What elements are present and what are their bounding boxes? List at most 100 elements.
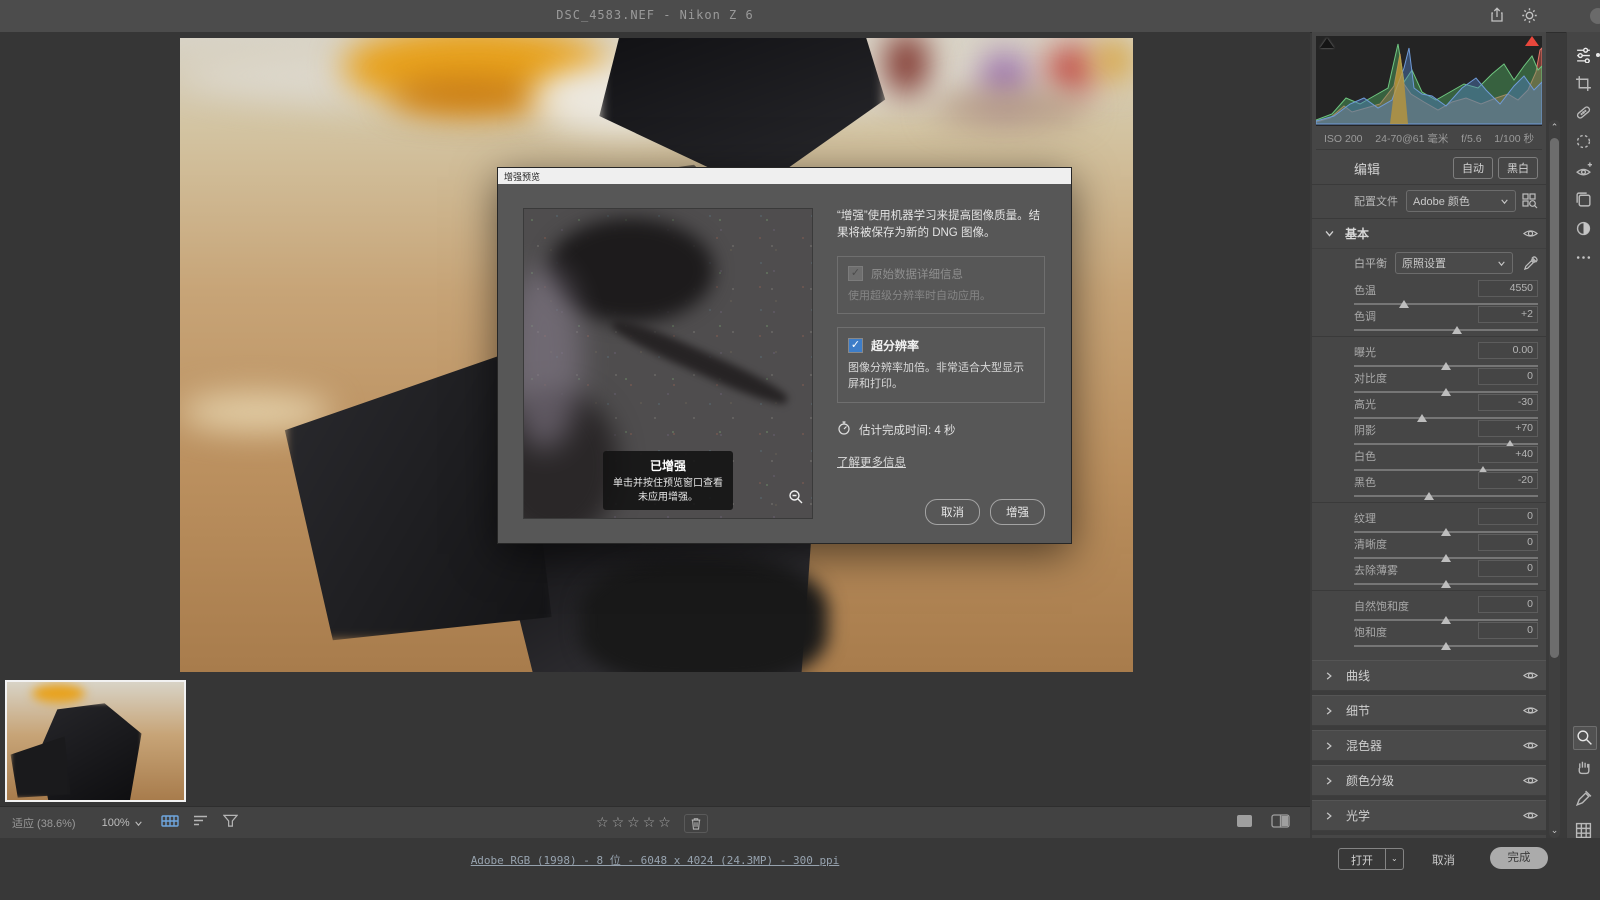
status-bar: Adobe RGB (1998) - 8 位 - 6048 x 4024 (24…: [0, 838, 1600, 900]
crop-icon[interactable]: [1575, 75, 1593, 93]
chevron-down-icon: [134, 819, 143, 828]
star-icon[interactable]: ☆: [612, 815, 625, 831]
histogram[interactable]: [1316, 36, 1542, 126]
export-icon[interactable]: [1489, 7, 1505, 24]
edit-panel: ISO 200 24-70@61 毫米 f/5.6 1/100 秒 编辑 自动 …: [1312, 32, 1546, 900]
profile-label: 配置文件: [1354, 193, 1398, 209]
scrollbar-thumb[interactable]: [1550, 138, 1559, 658]
edit-icon[interactable]: [1575, 46, 1593, 64]
open-options-icon[interactable]: ⌄: [1385, 849, 1403, 869]
slider-whites: 白色+40: [1354, 446, 1538, 472]
section-detail[interactable]: 细节: [1312, 695, 1546, 726]
eye-icon[interactable]: [1523, 773, 1538, 788]
bw-button[interactable]: 黑白: [1498, 157, 1538, 179]
chevron-right-icon: [1324, 776, 1334, 786]
before-after-icon[interactable]: [1271, 814, 1290, 833]
highlight-clipping-indicator[interactable]: [1525, 36, 1539, 46]
filmstrip-thumbnail[interactable]: [5, 680, 186, 802]
dialog-cancel-button[interactable]: 取消: [925, 499, 980, 525]
dialog-title-bar[interactable]: 增强预览: [498, 168, 1071, 184]
workflow-options-link[interactable]: Adobe RGB (1998) - 8 位 - 6048 x 4024 (24…: [0, 852, 1310, 868]
eye-icon[interactable]: [1523, 738, 1538, 753]
slider-value[interactable]: -30: [1478, 394, 1538, 411]
star-icon[interactable]: ☆: [658, 815, 671, 831]
trash-icon[interactable]: [684, 814, 708, 833]
white-balance-select[interactable]: 原照设置: [1395, 252, 1513, 274]
raw-details-checkbox[interactable]: ✓: [848, 266, 863, 281]
cancel-button[interactable]: 取消: [1432, 852, 1455, 868]
enhanced-overlay-tooltip: 已增强 单击并按住预览窗口查看 未应用增强。: [603, 451, 733, 510]
slider-tint: 色调+2: [1354, 306, 1538, 332]
basic-title: 基本: [1345, 225, 1369, 242]
more-options-icon[interactable]: [1575, 249, 1593, 267]
slider-value[interactable]: 0: [1478, 368, 1538, 385]
slider-thumb[interactable]: [1441, 642, 1451, 650]
eye-icon[interactable]: [1523, 703, 1538, 718]
slider-value[interactable]: 0: [1478, 622, 1538, 639]
slider-texture: 纹理0: [1354, 508, 1538, 534]
presets-icon[interactable]: [1575, 191, 1593, 209]
done-button[interactable]: 完成: [1490, 847, 1548, 869]
profile-select[interactable]: Adobe 颜色: [1406, 190, 1516, 212]
shadow-clipping-indicator[interactable]: [1320, 38, 1334, 48]
slider-exposure: 曝光0.00: [1354, 342, 1538, 368]
section-optics[interactable]: 光学: [1312, 800, 1546, 831]
eyedropper-icon[interactable]: [1523, 256, 1538, 271]
slider-label: 对比度: [1354, 370, 1387, 386]
eye-icon[interactable]: [1523, 668, 1538, 683]
sort-order-icon[interactable]: [193, 814, 209, 832]
slider-label: 高光: [1354, 396, 1376, 412]
red-eye-icon[interactable]: [1575, 162, 1593, 180]
slider-dehaze: 去除薄雾0: [1354, 560, 1538, 586]
slider-temperature: 色温 4550: [1354, 280, 1538, 306]
learn-more-link[interactable]: 了解更多信息: [837, 454, 906, 470]
slider-value[interactable]: 0: [1478, 508, 1538, 525]
slider-value[interactable]: 0: [1478, 560, 1538, 577]
masking-icon[interactable]: [1575, 133, 1593, 151]
auto-button[interactable]: 自动: [1453, 157, 1493, 179]
eye-icon[interactable]: [1523, 808, 1538, 823]
enhance-preview-image[interactable]: 已增强 单击并按住预览窗口查看 未应用增强。: [523, 208, 813, 519]
section-mixer[interactable]: 混色器: [1312, 730, 1546, 761]
title-bar: DSC_4583.NEF - Nikon Z 6: [0, 0, 1600, 33]
super-resolution-checkbox[interactable]: ✓: [848, 338, 863, 353]
slider-value[interactable]: +70: [1478, 420, 1538, 437]
slider-value[interactable]: +2: [1478, 306, 1538, 323]
star-icon[interactable]: ☆: [627, 815, 640, 831]
gear-icon[interactable]: [1521, 7, 1538, 24]
slider-value[interactable]: 0: [1478, 534, 1538, 551]
panel-scrollbar[interactable]: ⌃ ⌄: [1549, 120, 1560, 838]
eye-icon[interactable]: [1523, 226, 1538, 241]
section-color-grading[interactable]: 颜色分级: [1312, 765, 1546, 796]
corner-icon[interactable]: [1590, 8, 1600, 24]
section-basic[interactable]: 基本: [1312, 218, 1546, 249]
slider-value[interactable]: 0.00: [1478, 342, 1538, 359]
filter-icon[interactable]: [223, 814, 238, 833]
filmstrip-toggle-icon[interactable]: [161, 814, 179, 833]
slider-shadows: 阴影+70: [1354, 420, 1538, 446]
single-view-icon[interactable]: [1236, 814, 1253, 833]
raw-details-hint: 使用超级分辨率时自动应用。: [848, 289, 1034, 305]
hand-icon[interactable]: [1575, 758, 1593, 776]
open-button[interactable]: 打开 ⌄: [1338, 848, 1404, 870]
dialog-enhance-button[interactable]: 增强: [990, 499, 1045, 525]
slider-value[interactable]: 0: [1478, 596, 1538, 613]
zoom-level-select[interactable]: 100%: [102, 817, 143, 829]
scroll-down-icon[interactable]: ⌄: [1549, 825, 1560, 836]
white-balance-label: 白平衡: [1354, 255, 1387, 271]
color-sampler-icon[interactable]: [1575, 790, 1593, 808]
scroll-up-icon[interactable]: ⌃: [1549, 122, 1560, 133]
more-adjustments-icon[interactable]: [1575, 220, 1593, 238]
healing-brush-icon[interactable]: [1575, 104, 1593, 122]
profile-browser-icon[interactable]: [1522, 193, 1538, 209]
star-icon[interactable]: ☆: [596, 815, 609, 831]
section-curves[interactable]: 曲线: [1312, 660, 1546, 691]
slider-label: 色温: [1354, 282, 1376, 298]
slider-track[interactable]: [1354, 642, 1538, 650]
slider-value[interactable]: +40: [1478, 446, 1538, 463]
slider-value[interactable]: -20: [1478, 472, 1538, 489]
slider-value[interactable]: 4550: [1478, 280, 1538, 297]
zoom-icon[interactable]: [1573, 726, 1597, 750]
zoom-out-icon[interactable]: [788, 489, 804, 510]
star-icon[interactable]: ☆: [643, 815, 656, 831]
